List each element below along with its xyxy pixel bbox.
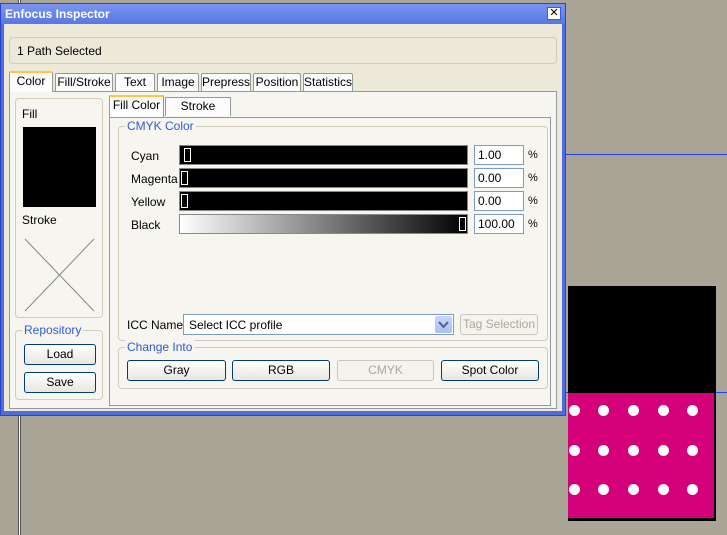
load-button[interactable]: Load [24, 344, 96, 365]
cyan-unit: % [528, 149, 538, 161]
icc-profile-select[interactable]: Select ICC profile [183, 314, 454, 335]
color-tab-panel: Fill Stroke Repository Load Save Fill Co… [9, 91, 557, 409]
spot-color-button[interactable]: Spot Color [441, 360, 539, 381]
dropdown-arrow[interactable] [435, 316, 452, 333]
tab-stroke-color[interactable]: Stroke Color [165, 97, 231, 130]
yellow-value-input[interactable]: 0.00 [474, 191, 524, 211]
inspector-window: Enfocus Inspector ✕ 1 Path Selected Colo… [0, 3, 566, 416]
tab-statistics[interactable]: Statistics [303, 73, 353, 91]
artwork-black-rectangle[interactable] [568, 286, 716, 393]
title-bar[interactable]: Enfocus Inspector ✕ [1, 4, 565, 24]
repository-group: Repository Load Save [15, 323, 103, 400]
window-title: Enfocus Inspector [5, 7, 110, 21]
black-slider[interactable] [179, 214, 468, 234]
tab-color[interactable]: Color [9, 71, 53, 92]
fill-swatch[interactable] [23, 127, 96, 207]
tab-text[interactable]: Text [115, 73, 155, 91]
magenta-slider[interactable] [179, 168, 468, 188]
tab-prepress[interactable]: Prepress [201, 73, 251, 91]
chevron-down-icon [438, 321, 449, 329]
black-value-input[interactable]: 100.00 [474, 214, 524, 234]
yellow-label: Yellow [131, 195, 166, 209]
black-unit: % [528, 218, 538, 230]
cyan-slider[interactable] [179, 145, 468, 165]
rgb-button[interactable]: RGB [232, 360, 330, 381]
magenta-value-input[interactable]: 0.00 [474, 168, 524, 188]
fill-color-panel: CMYK Color Cyan 1.00 % Magenta 0.00 % Ye… [109, 117, 551, 406]
tag-selection-button[interactable]: Tag Selection [460, 314, 538, 335]
selection-status-text: 1 Path Selected [17, 44, 102, 58]
close-button[interactable]: ✕ [547, 7, 561, 20]
gray-button[interactable]: Gray [127, 360, 226, 381]
black-label: Black [131, 218, 161, 232]
artwork-dotted-rectangle[interactable] [568, 393, 716, 521]
yellow-unit: % [528, 195, 538, 207]
stroke-label: Stroke [22, 213, 57, 227]
selection-guide-line [566, 154, 727, 155]
change-into-group: Change Into Gray RGB CMYK Spot Color [118, 340, 548, 389]
fill-stroke-preview: Fill Stroke [15, 98, 103, 318]
repository-title: Repository [22, 323, 84, 337]
icc-profile-selected: Select ICC profile [189, 318, 283, 332]
cyan-label: Cyan [131, 149, 160, 163]
window-client-area: 1 Path Selected Color Fill/Stroke Text I… [4, 24, 562, 411]
yellow-slider[interactable] [179, 191, 468, 211]
icc-name-label: ICC Name: [127, 318, 187, 332]
tab-fill-color[interactable]: Fill Color [109, 95, 164, 117]
cyan-slider-thumb[interactable] [183, 148, 191, 162]
magenta-label: Magenta [131, 172, 178, 186]
fill-label: Fill [22, 107, 38, 121]
tab-fill-stroke[interactable]: Fill/Stroke [55, 73, 113, 91]
magenta-unit: % [528, 172, 538, 184]
tab-position[interactable]: Position [253, 73, 301, 91]
tab-image[interactable]: Image [157, 73, 199, 91]
close-icon: ✕ [549, 7, 559, 19]
cmyk-title: CMYK Color [125, 119, 196, 133]
no-stroke-icon[interactable] [23, 235, 96, 315]
yellow-slider-thumb[interactable] [181, 194, 188, 208]
cmyk-button[interactable]: CMYK [337, 360, 434, 381]
magenta-slider-thumb[interactable] [181, 171, 188, 185]
selection-status: 1 Path Selected [9, 37, 557, 64]
black-slider-thumb[interactable] [459, 217, 466, 231]
cmyk-color-group: CMYK Color Cyan 1.00 % Magenta 0.00 % Ye… [118, 119, 548, 341]
change-into-title: Change Into [125, 340, 195, 354]
save-button[interactable]: Save [24, 372, 96, 393]
cyan-value-input[interactable]: 1.00 [474, 145, 524, 165]
